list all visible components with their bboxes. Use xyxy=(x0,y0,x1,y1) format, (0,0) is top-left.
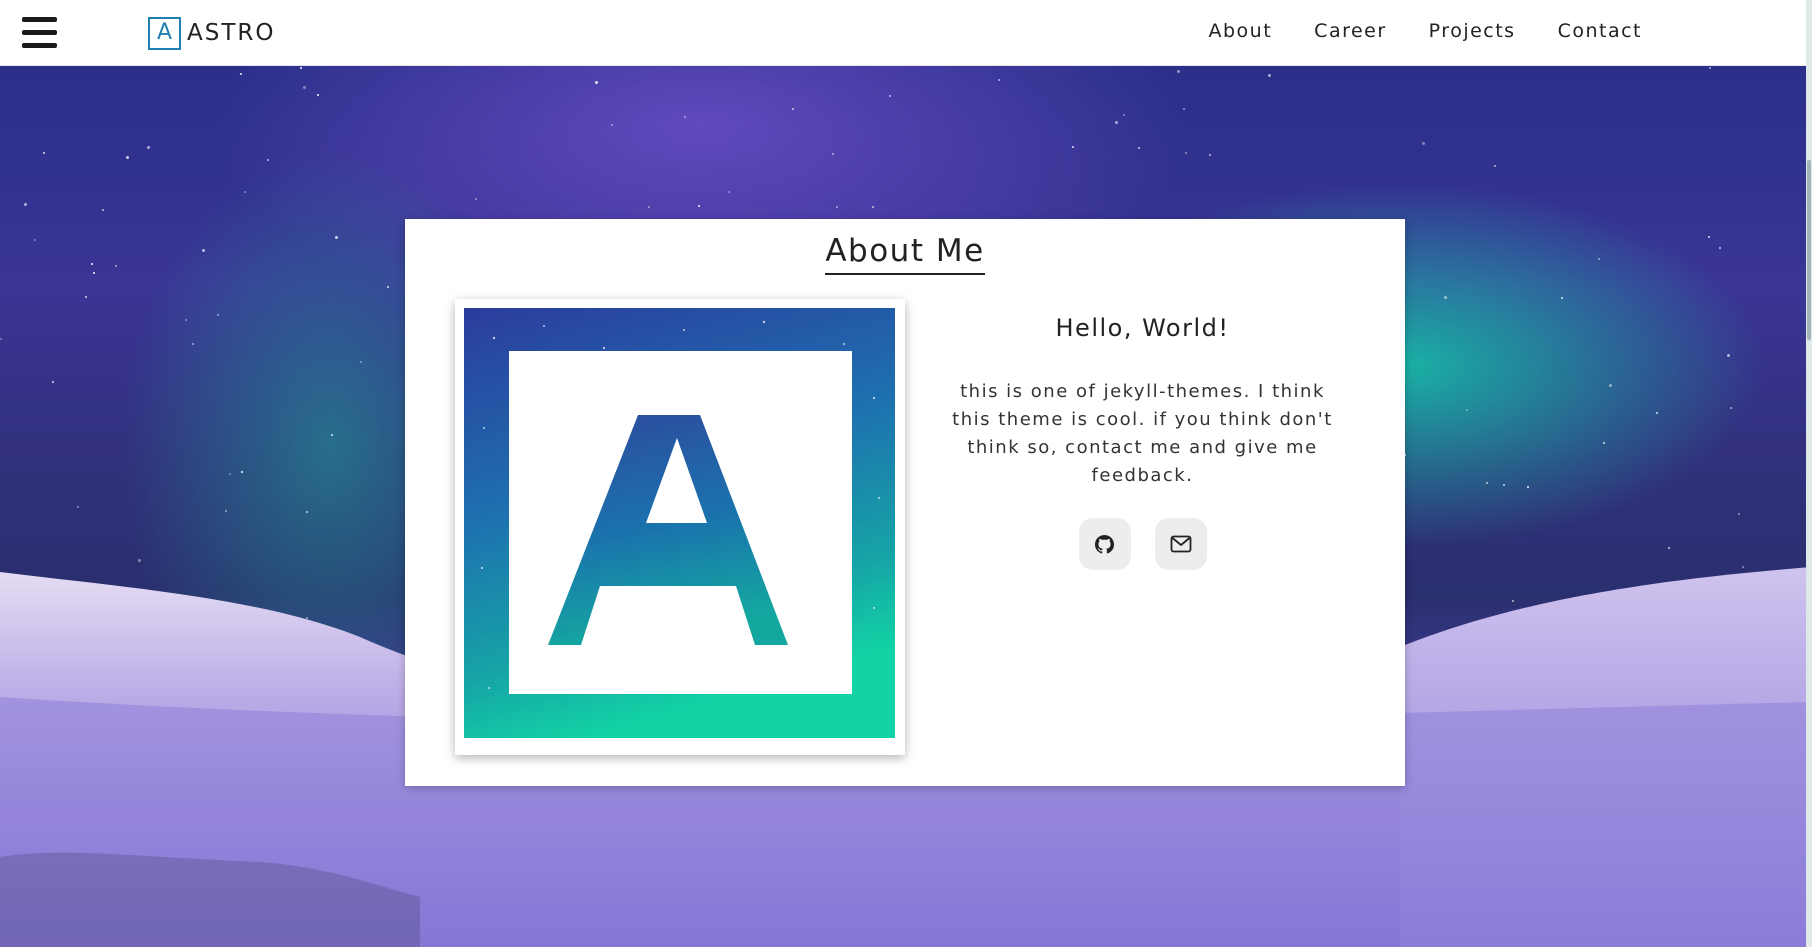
star xyxy=(1609,384,1612,387)
star xyxy=(698,205,700,207)
star xyxy=(85,296,87,298)
github-icon xyxy=(1095,534,1114,554)
greeting-heading: Hello, World! xyxy=(1055,314,1230,342)
star xyxy=(317,94,319,96)
avatar-frame xyxy=(455,299,905,755)
star xyxy=(303,86,306,89)
star xyxy=(1656,412,1658,414)
brand-logo-link[interactable]: A ASTRO xyxy=(148,16,275,50)
star xyxy=(1730,407,1732,409)
brand-name: ASTRO xyxy=(187,20,276,46)
star xyxy=(300,67,302,69)
star xyxy=(93,272,95,274)
star xyxy=(267,159,269,161)
nav-link-projects[interactable]: Projects xyxy=(1429,20,1516,42)
star xyxy=(872,206,874,208)
intro-panel: Hello, World! this is one of jekyll-them… xyxy=(930,314,1355,570)
star xyxy=(1494,165,1496,167)
star xyxy=(998,79,1000,81)
nav-link-about[interactable]: About xyxy=(1208,20,1272,42)
star xyxy=(1466,409,1468,411)
nav-link-career[interactable]: Career xyxy=(1314,20,1387,42)
star xyxy=(1708,236,1710,238)
star xyxy=(1709,67,1711,69)
star xyxy=(24,203,27,206)
star xyxy=(836,206,838,208)
star xyxy=(34,239,36,241)
avatar-logo-image xyxy=(464,308,895,738)
star xyxy=(1603,442,1605,444)
brand-logo-icon: A xyxy=(148,16,181,50)
star xyxy=(91,263,93,265)
hamburger-menu-icon[interactable] xyxy=(22,17,57,48)
star xyxy=(229,473,231,475)
star xyxy=(1527,486,1529,488)
main-nav: About Career Projects Contact xyxy=(1208,20,1642,42)
star xyxy=(115,265,117,267)
star xyxy=(1719,247,1721,249)
star xyxy=(889,95,891,97)
star xyxy=(1561,297,1563,299)
star xyxy=(684,116,686,118)
nav-link-contact[interactable]: Contact xyxy=(1558,20,1642,42)
star xyxy=(611,124,613,126)
star xyxy=(217,314,219,316)
star xyxy=(1444,296,1447,299)
star xyxy=(202,249,205,252)
star xyxy=(832,153,834,155)
about-card: About Me Hello, World! this is one of je… xyxy=(405,219,1405,786)
star xyxy=(331,434,333,436)
star xyxy=(387,286,389,288)
star xyxy=(225,510,227,512)
social-links xyxy=(930,518,1355,570)
star xyxy=(244,191,246,193)
star xyxy=(475,198,477,200)
email-button[interactable] xyxy=(1154,518,1207,570)
star xyxy=(1177,70,1180,73)
star xyxy=(241,471,243,473)
avatar xyxy=(464,308,895,738)
star xyxy=(0,338,2,340)
star xyxy=(1486,482,1488,484)
star xyxy=(77,506,79,508)
star xyxy=(52,381,54,383)
star xyxy=(240,73,242,75)
star xyxy=(1503,484,1505,486)
star xyxy=(147,146,150,149)
star xyxy=(360,361,362,363)
page-scrollbar[interactable] xyxy=(1806,0,1812,947)
star xyxy=(1115,121,1118,124)
envelope-icon xyxy=(1170,535,1191,553)
star xyxy=(192,343,194,345)
star xyxy=(1138,147,1140,149)
star xyxy=(1123,114,1125,116)
star xyxy=(1183,108,1185,110)
star xyxy=(102,209,104,211)
star xyxy=(306,511,308,513)
star xyxy=(1209,154,1211,156)
star xyxy=(1072,146,1074,148)
top-navbar: A ASTRO About Career Projects Contact xyxy=(0,0,1812,66)
star xyxy=(728,191,730,193)
about-title-wrap: About Me xyxy=(405,233,1405,275)
star xyxy=(792,108,794,110)
star xyxy=(1422,142,1425,145)
github-button[interactable] xyxy=(1078,518,1131,570)
star xyxy=(126,156,129,159)
star xyxy=(648,206,650,208)
star xyxy=(595,81,598,84)
star xyxy=(1185,152,1187,154)
section-title: About Me xyxy=(825,233,985,275)
star xyxy=(335,236,338,239)
star xyxy=(1598,258,1600,260)
scrollbar-thumb[interactable] xyxy=(1807,160,1811,340)
star xyxy=(43,152,45,154)
star xyxy=(1268,74,1271,77)
star xyxy=(1727,354,1730,357)
star xyxy=(1738,513,1740,515)
star xyxy=(185,319,187,321)
about-description: this is one of jekyll-themes. I think th… xyxy=(952,381,1333,486)
